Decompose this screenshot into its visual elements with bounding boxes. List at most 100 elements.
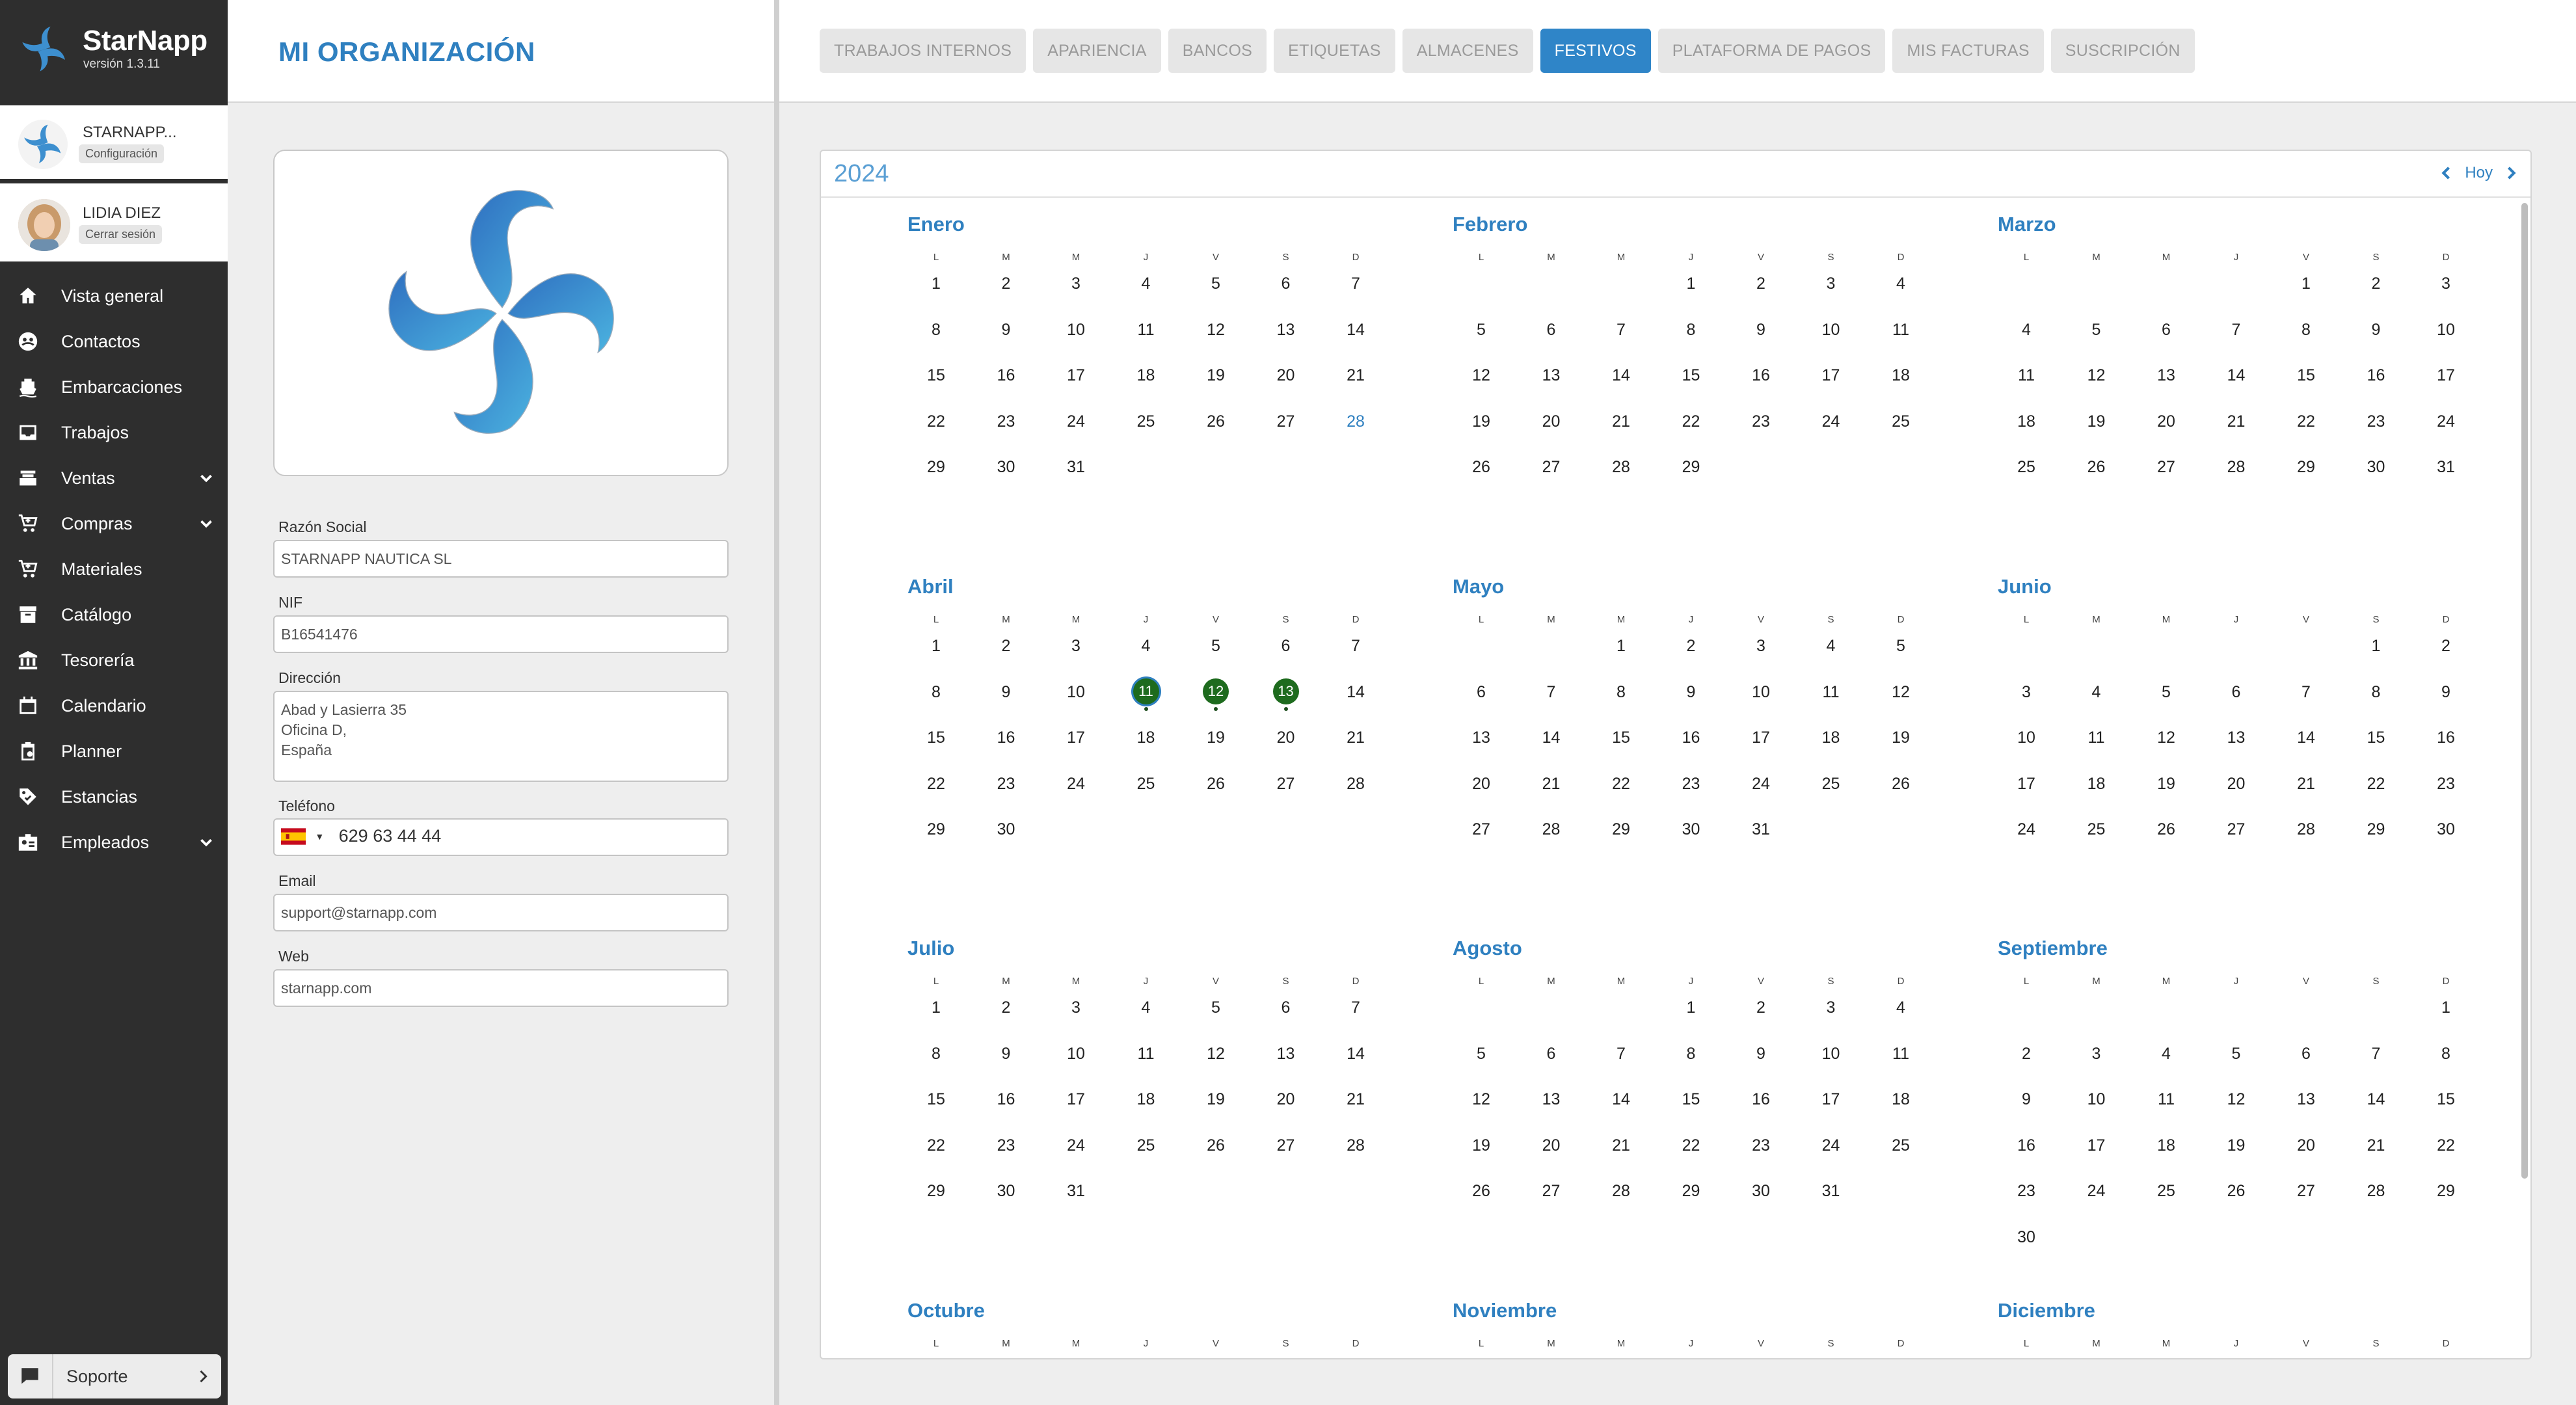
calendar-day[interactable]: 6 [1462, 675, 1501, 710]
calendar-day[interactable]: 19 [2147, 766, 2186, 801]
calendar-day[interactable]: 10 [1741, 675, 1780, 710]
logout-link[interactable]: Cerrar sesión [79, 225, 163, 244]
calendar-day[interactable]: 19 [1462, 404, 1501, 439]
calendar-day[interactable]: 14 [1336, 312, 1375, 347]
calendar-day[interactable]: 26 [1196, 766, 1235, 801]
calendar-day[interactable]: 8 [2287, 312, 2326, 347]
chevron-down-icon[interactable] [196, 514, 216, 533]
calendar-day[interactable]: 25 [2007, 449, 2046, 485]
calendar-day[interactable]: 27 [1532, 449, 1571, 485]
tab-suscripción[interactable]: SUSCRIPCIÓN [2050, 29, 2195, 73]
calendar-day[interactable]: 12 [1196, 312, 1235, 347]
calendar-day[interactable]: 17 [1812, 358, 1851, 393]
calendar-day[interactable]: 17 [1056, 358, 1095, 393]
calendar-day[interactable]: 23 [987, 1128, 1026, 1163]
calendar-day[interactable]: 19 [1196, 358, 1235, 393]
calendar-day[interactable]: 23 [1741, 404, 1780, 439]
calendar-day[interactable]: 23 [2007, 1173, 2046, 1209]
calendar-day[interactable]: 2 [2007, 1036, 2046, 1071]
calendar-day[interactable]: 25 [1881, 404, 1920, 439]
calendar-day[interactable]: 28 [2217, 449, 2256, 485]
calendar-day[interactable]: 6 [1532, 312, 1571, 347]
sidebar-item-vista-general[interactable]: Vista general [0, 273, 228, 319]
calendar-day[interactable]: 16 [987, 358, 1026, 393]
calendar-day[interactable]: 26 [1881, 766, 1920, 801]
calendar-day[interactable]: 7 [2217, 312, 2256, 347]
calendar-day[interactable]: 7 [1336, 628, 1375, 663]
calendar-day[interactable]: 4 [1127, 990, 1166, 1025]
calendar-day[interactable]: 15 [1672, 358, 1711, 393]
tab-apariencia[interactable]: APARIENCIA [1033, 29, 1161, 73]
calendar-day[interactable]: 31 [1056, 1173, 1095, 1209]
calendar-day[interactable]: 1 [917, 628, 956, 663]
calendar-day[interactable]: 28 [1336, 766, 1375, 801]
tab-almacenes[interactable]: ALMACENES [1402, 29, 1533, 73]
calendar-day[interactable]: 16 [1672, 720, 1711, 755]
calendar-day[interactable]: 10 [1812, 1036, 1851, 1071]
tab-bancos[interactable]: BANCOS [1168, 29, 1267, 73]
calendar-day[interactable]: 19 [2077, 404, 2116, 439]
calendar-day[interactable]: 17 [1812, 1082, 1851, 1117]
web-input[interactable]: starnapp.com [273, 969, 729, 1007]
calendar-day[interactable]: 16 [1741, 358, 1780, 393]
calendar-day[interactable]: 24 [2426, 404, 2465, 439]
calendar-day[interactable]: 22 [2357, 766, 2396, 801]
calendar-day[interactable]: 21 [2217, 404, 2256, 439]
calendar-day[interactable]: 7 [2357, 1036, 2396, 1071]
calendar-day[interactable]: 6 [2147, 312, 2186, 347]
calendar-day[interactable]: 19 [1196, 1082, 1235, 1117]
calendar-day[interactable]: 18 [2077, 766, 2116, 801]
calendar-day[interactable]: 3 [2077, 1036, 2116, 1071]
calendar-day[interactable]: 20 [1267, 358, 1306, 393]
calendar-day[interactable]: 14 [2357, 1082, 2396, 1117]
direccion-textarea[interactable]: Abad y Lasierra 35 Oficina D, España [273, 691, 729, 782]
calendar-day[interactable]: 29 [917, 1173, 956, 1209]
calendar-day[interactable]: 24 [1056, 404, 1095, 439]
calendar-day[interactable]: 9 [987, 1036, 1026, 1071]
calendar-day[interactable]: 11 [1127, 1036, 1166, 1071]
calendar-day[interactable]: 11 [1812, 675, 1851, 710]
calendar-day[interactable]: 17 [2077, 1128, 2116, 1163]
calendar-day[interactable]: 13 [2217, 720, 2256, 755]
calendar-day[interactable]: 25 [1127, 404, 1166, 439]
holiday-day[interactable]: 11 [1127, 675, 1166, 711]
calendar-day[interactable]: 25 [1127, 766, 1166, 801]
calendar-day[interactable]: 11 [1881, 1036, 1920, 1071]
calendar-day[interactable]: 29 [2287, 449, 2326, 485]
calendar-day[interactable]: 24 [1812, 1128, 1851, 1163]
calendar-day[interactable]: 25 [1881, 1128, 1920, 1163]
calendar-day[interactable]: 2 [987, 628, 1026, 663]
calendar-day[interactable]: 22 [1602, 766, 1641, 801]
tab-festivos[interactable]: FESTIVOS [1540, 29, 1651, 73]
sidebar-item-compras[interactable]: Compras [0, 501, 228, 546]
calendar-day[interactable]: 28 [2357, 1173, 2396, 1209]
calendar-day[interactable]: 31 [1056, 449, 1095, 485]
calendar-day[interactable]: 9 [2357, 312, 2396, 347]
sidebar-item-empleados[interactable]: Empleados [0, 820, 228, 865]
calendar-day[interactable]: 22 [2287, 404, 2326, 439]
calendar-day[interactable]: 4 [1812, 628, 1851, 663]
calendar-day[interactable]: 13 [1267, 1036, 1306, 1071]
calendar-day[interactable]: 9 [2007, 1082, 2046, 1117]
sidebar-item-estancias[interactable]: Estancias [0, 774, 228, 820]
panel-divider[interactable] [774, 0, 779, 1405]
calendar-day[interactable]: 15 [2426, 1082, 2465, 1117]
calendar-day[interactable]: 18 [2147, 1128, 2186, 1163]
calendar-day[interactable]: 16 [2007, 1128, 2046, 1163]
calendar-day[interactable]: 15 [917, 720, 956, 755]
calendar-day[interactable]: 22 [1672, 404, 1711, 439]
calendar-day[interactable]: 10 [2426, 312, 2465, 347]
calendar-day[interactable]: 6 [1267, 990, 1306, 1025]
calendar-day[interactable]: 21 [2357, 1128, 2396, 1163]
calendar-day[interactable]: 27 [2287, 1173, 2326, 1209]
calendar-day[interactable]: 12 [1196, 1036, 1235, 1071]
calendar-day[interactable]: 22 [2426, 1128, 2465, 1163]
calendar-day[interactable]: 30 [987, 1173, 1026, 1209]
calendar-day[interactable]: 19 [2217, 1128, 2256, 1163]
calendar-day[interactable]: 22 [917, 766, 956, 801]
calendar-day[interactable]: 17 [1056, 720, 1095, 755]
calendar-day[interactable]: 1 [2287, 266, 2326, 301]
sidebar-item-materiales[interactable]: Materiales [0, 546, 228, 592]
calendar-day[interactable]: 20 [1267, 1082, 1306, 1117]
nif-input[interactable]: B16541476 [273, 615, 729, 653]
